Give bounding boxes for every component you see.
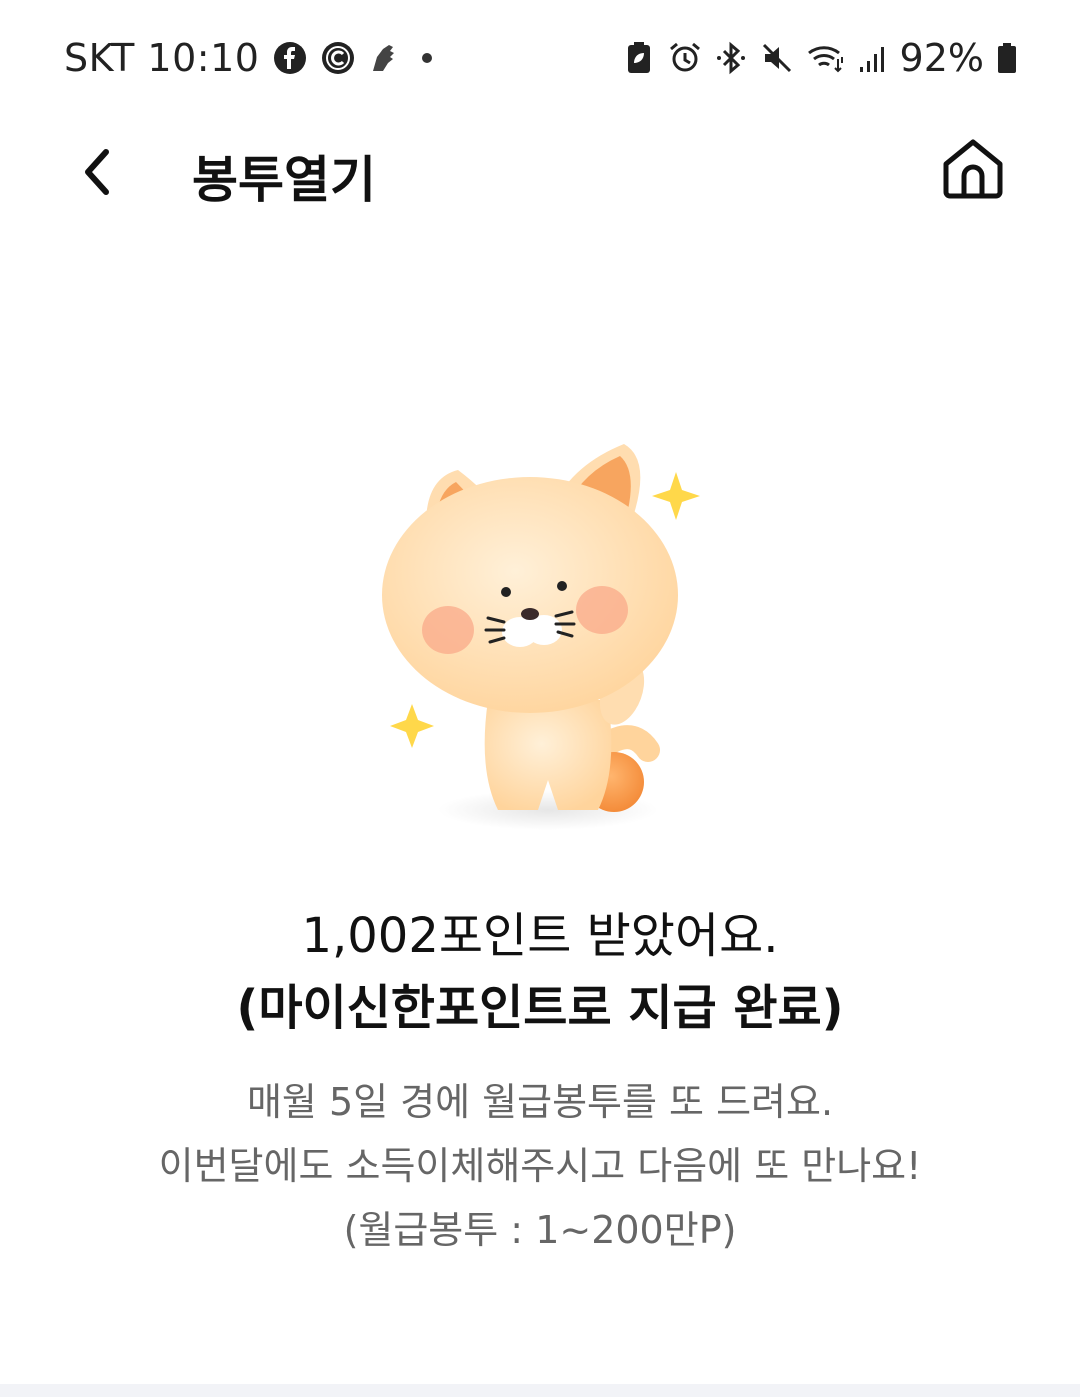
description-line-1: 매월 5일 경에 월급봉투를 또 드려요. <box>246 1080 834 1124</box>
c-badge-icon <box>322 42 355 74</box>
points-received-text: 1,002포인트 받았어요. <box>301 908 779 964</box>
battery-icon <box>998 43 1016 73</box>
sparkle-bottom <box>390 704 434 748</box>
carrier-label: SKT <box>64 36 135 80</box>
battery-percent: 92% <box>899 36 984 80</box>
wifi-icon <box>807 46 843 73</box>
status-left: SKT 10:10 <box>64 36 437 80</box>
back-icon[interactable] <box>70 142 130 202</box>
description-text: 매월 5일 경에 월급봉투를 또 드려요. 이번달에도 소득이체해주시고 다음에… <box>0 1070 1080 1262</box>
cat-mascot-illustration <box>382 444 700 830</box>
bottom-divider <box>0 1384 1080 1397</box>
time-label: 10:10 <box>147 36 260 80</box>
status-bar: SKT 10:10 92% <box>0 0 1080 118</box>
home-icon[interactable] <box>940 136 1006 202</box>
page-title: 봉투열기 <box>192 151 376 209</box>
battery-saver-icon <box>627 42 650 73</box>
description-line-2: 이번달에도 소득이체해주시고 다음에 또 만나요! <box>158 1144 922 1188</box>
payment-complete-text: (마이신한포인트로 지급 완료) <box>236 980 844 1036</box>
reward-message: 1,002포인트 받았어요. (마이신한포인트로 지급 완료) <box>0 900 1080 1044</box>
signal-icon <box>859 47 884 72</box>
dot-icon <box>422 53 433 63</box>
app-bar: 봉투열기 <box>0 118 1080 238</box>
carrier-time: SKT 10:10 <box>64 36 259 80</box>
shoe-icon <box>373 45 395 71</box>
mute-icon <box>762 43 791 73</box>
bluetooth-icon <box>716 41 745 75</box>
alarm-icon <box>669 42 700 72</box>
status-right: 92% <box>622 36 1018 80</box>
description-line-3: (월급봉투 : 1~200만P) <box>343 1208 737 1252</box>
facebook-icon <box>274 42 307 74</box>
sparkle-top <box>652 472 700 520</box>
